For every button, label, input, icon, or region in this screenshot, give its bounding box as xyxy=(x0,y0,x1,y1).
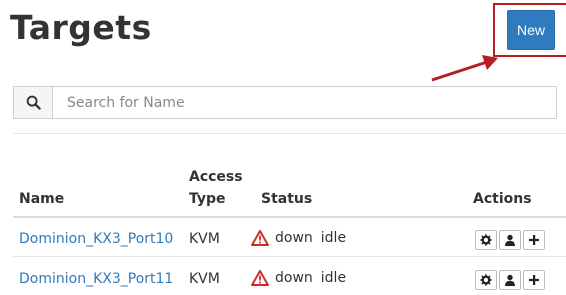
page-title: Targets xyxy=(10,8,152,47)
column-header-access-line2[interactable]: Type xyxy=(189,190,226,208)
target-name-link[interactable]: Dominion_KX3_Port10 xyxy=(19,231,173,247)
search-bar xyxy=(13,86,557,119)
status-text: down xyxy=(275,270,313,286)
access-type: KVM xyxy=(189,271,220,287)
column-header-actions: Actions xyxy=(473,191,532,207)
gear-icon[interactable] xyxy=(475,230,497,250)
status-cell: down idle xyxy=(251,230,346,246)
divider xyxy=(13,133,566,134)
row-divider xyxy=(13,256,566,257)
column-header-status[interactable]: Status xyxy=(261,190,312,208)
warning-triangle-icon xyxy=(251,270,269,286)
column-header-access-line1[interactable]: Access xyxy=(189,168,243,186)
header-divider xyxy=(13,216,566,218)
status-text: down xyxy=(275,230,313,246)
new-button[interactable]: New xyxy=(507,10,555,50)
plus-icon[interactable] xyxy=(523,270,545,290)
user-icon[interactable] xyxy=(499,270,521,290)
column-header-name[interactable]: Name xyxy=(19,190,64,208)
search-icon[interactable] xyxy=(14,87,53,118)
table-row: Dominion_KX3_Port10 KVM down idle xyxy=(0,219,566,257)
gear-icon[interactable] xyxy=(475,270,497,290)
row-actions xyxy=(475,230,545,250)
state-text: idle xyxy=(320,270,347,286)
plus-icon[interactable] xyxy=(523,230,545,250)
user-icon[interactable] xyxy=(499,230,521,250)
access-type: KVM xyxy=(189,231,220,247)
warning-triangle-icon xyxy=(251,230,269,246)
row-actions xyxy=(475,270,545,290)
table-row: Dominion_KX3_Port11 KVM down idle xyxy=(0,259,566,295)
state-text: idle xyxy=(320,230,347,246)
status-cell: down idle xyxy=(251,270,346,286)
target-name-link[interactable]: Dominion_KX3_Port11 xyxy=(19,271,173,287)
search-input[interactable] xyxy=(53,87,556,118)
